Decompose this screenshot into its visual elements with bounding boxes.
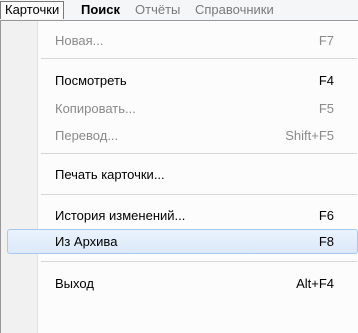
menu-item-label: Посмотреть xyxy=(55,73,127,88)
menu-item-shortcut: F6 xyxy=(318,208,334,223)
menu-reports[interactable]: Отчёты xyxy=(131,1,184,19)
menu-item-shortcut: Shift+F5 xyxy=(285,128,334,143)
menu-separator xyxy=(41,58,357,59)
menu-item-view[interactable]: Посмотреть F4 xyxy=(3,68,356,93)
menu-cards[interactable]: Карточки xyxy=(0,1,65,19)
menu-item-label: Копировать... xyxy=(55,101,136,116)
menu-item-label: Перевод... xyxy=(55,128,119,143)
menu-item-transfer[interactable]: Перевод... Shift+F5 xyxy=(3,123,356,148)
menu-bar: Карточки Поиск Отчёты Справочники xyxy=(0,0,358,21)
cards-dropdown-menu: Новая... F7 Посмотреть F4 Копировать... … xyxy=(0,20,358,333)
menu-directories[interactable]: Справочники xyxy=(191,1,278,19)
menu-item-label: Печать карточки... xyxy=(55,167,165,182)
menu-separator xyxy=(41,261,357,262)
menu-item-label: Выход xyxy=(55,276,94,291)
menu-item-shortcut: F7 xyxy=(318,33,334,48)
menu-item-new[interactable]: Новая... F7 xyxy=(3,28,356,53)
menu-item-shortcut: F8 xyxy=(318,234,334,249)
menu-item-copy[interactable]: Копировать... F5 xyxy=(3,96,356,121)
menu-item-shortcut: Alt+F4 xyxy=(296,276,334,291)
menu-item-exit[interactable]: Выход Alt+F4 xyxy=(3,271,356,296)
menu-search[interactable]: Поиск xyxy=(77,1,124,19)
menu-item-label: Из Архива xyxy=(55,234,118,249)
menu-item-label: История изменений... xyxy=(55,208,186,223)
menu-item-print-card[interactable]: Печать карточки... xyxy=(3,162,356,187)
menu-item-shortcut: F5 xyxy=(318,101,334,116)
menu-separator xyxy=(41,194,357,195)
menu-item-label: Новая... xyxy=(55,33,104,48)
menu-separator xyxy=(41,153,357,154)
menu-item-shortcut: F4 xyxy=(318,73,334,88)
menu-item-from-archive[interactable]: Из Архива F8 xyxy=(7,229,358,254)
menu-item-change-history[interactable]: История изменений... F6 xyxy=(3,203,356,228)
